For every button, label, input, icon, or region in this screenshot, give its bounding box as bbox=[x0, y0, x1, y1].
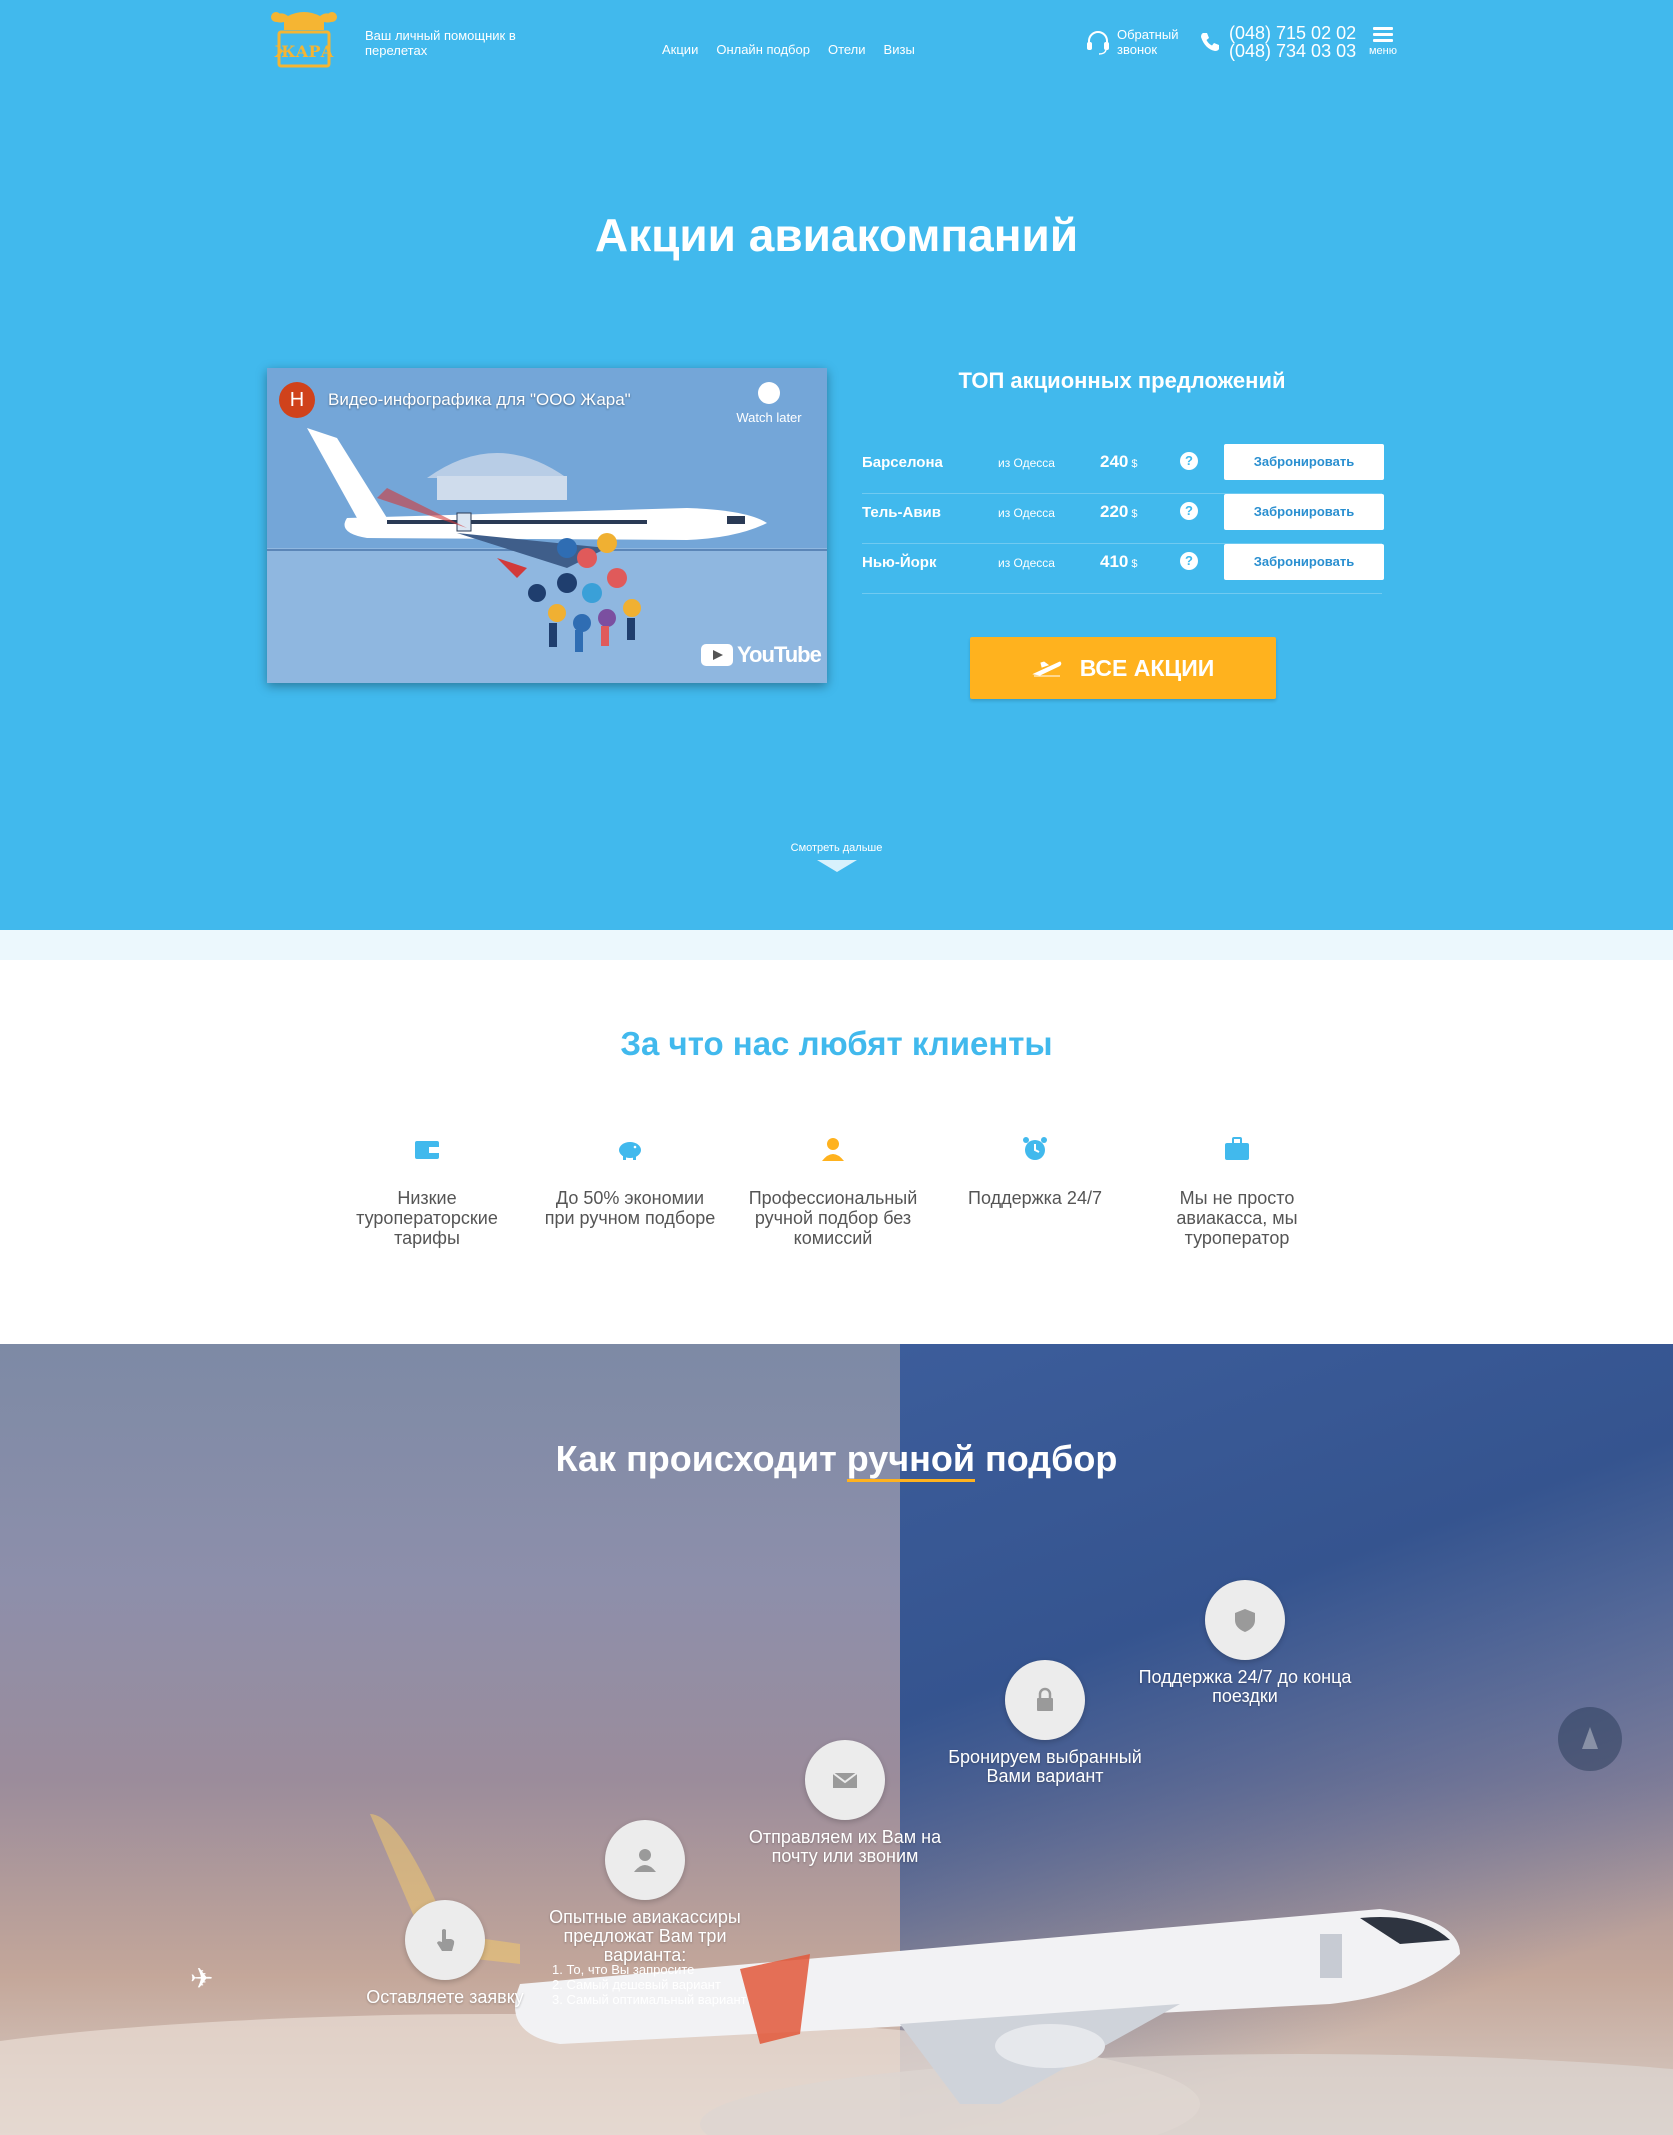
step-label: Отправляем их Вам на почту или звоним bbox=[748, 1827, 942, 1866]
book-button[interactable]: Забронировать bbox=[1224, 494, 1384, 530]
person-icon bbox=[822, 1138, 844, 1161]
step-label: Бронируем выбранный Вами вариант bbox=[948, 1747, 1142, 1786]
help-icon[interactable]: ? bbox=[1180, 552, 1198, 570]
youtube-label: YouTube bbox=[737, 642, 822, 667]
offer-origin: из Одесса bbox=[998, 556, 1055, 570]
nav-item-visas[interactable]: Визы bbox=[884, 42, 915, 57]
hand-pointer-icon bbox=[437, 1929, 455, 1951]
hamburger-icon bbox=[1366, 27, 1400, 42]
page-title: Акции авиакомпаний bbox=[594, 209, 1079, 261]
feature-item: Низкие туроператорские тарифы bbox=[337, 1135, 517, 1248]
step-label: Оставляете заявку bbox=[366, 1987, 524, 2007]
features-title: За что нас любят клиенты bbox=[620, 1025, 1053, 1062]
scroll-to-top-button[interactable] bbox=[1558, 1707, 1622, 1771]
site-header: ЖАРА Ваш личный помощник в перелетах Акц… bbox=[0, 0, 1673, 80]
sticky-header-shadow bbox=[0, 930, 1673, 960]
feature-item: Поддержка 24/7 bbox=[945, 1135, 1125, 1208]
offer-city: Тель-Авив bbox=[862, 504, 941, 521]
process-section: Как происходит ручной подбор Оставляете … bbox=[0, 1344, 1673, 2135]
offer-price: 220 $ bbox=[1100, 502, 1138, 521]
option-item: 1. То, что Вы запросите bbox=[552, 1962, 695, 1977]
feature-text: Низкие туроператорские тарифы bbox=[356, 1188, 498, 1248]
wallet-icon bbox=[415, 1141, 439, 1159]
see-more-label: Смотреть дальше bbox=[790, 842, 883, 854]
suitcase-icon bbox=[1225, 1137, 1249, 1160]
chevron-down-icon bbox=[816, 860, 857, 872]
step-circle[interactable] bbox=[405, 1900, 485, 1980]
youtube-logo[interactable]: YouTube bbox=[701, 642, 822, 668]
step-circle[interactable] bbox=[805, 1740, 885, 1820]
step-circle[interactable] bbox=[1205, 1580, 1285, 1660]
step-circle[interactable] bbox=[605, 1820, 685, 1900]
offer-origin: из Одесса bbox=[998, 456, 1055, 470]
process-title: Как происходит ручной подбор bbox=[0, 1438, 1673, 1482]
options-list: 1. То, что Вы запросите 2. Самый дешевый… bbox=[552, 1962, 747, 2007]
feature-text: Поддержка 24/7 bbox=[968, 1188, 1102, 1208]
step-circle[interactable] bbox=[1005, 1660, 1085, 1740]
hero-section: ЖАРА Ваш личный помощник в перелетах Акц… bbox=[0, 0, 1673, 930]
help-icon[interactable]: ? bbox=[1180, 502, 1198, 520]
step-label: Поддержка 24/7 до конца поездки bbox=[1138, 1667, 1352, 1706]
feature-item: До 50% экономии при ручном подборе bbox=[540, 1135, 720, 1228]
tagline: Ваш личный помощник в перелетах bbox=[365, 28, 516, 58]
all-deals-button[interactable]: ВСЕ АКЦИИ bbox=[970, 637, 1276, 699]
offer-row: Тель-Авив из Одесса 220 $ ? Забронировать bbox=[862, 494, 1384, 544]
logo-text: ЖАРА bbox=[274, 42, 333, 61]
airplane-icon: ✈ bbox=[190, 1963, 214, 1994]
feature-item: Мы не просто авиакасса, мы туроператор bbox=[1147, 1135, 1327, 1248]
phone-number-2[interactable]: (048) 734 03 03 bbox=[1229, 42, 1356, 60]
offer-city: Нью-Йорк bbox=[862, 554, 937, 571]
phone-icon bbox=[1201, 33, 1219, 51]
feature-text: Профессиональный ручной подбор без комис… bbox=[748, 1188, 918, 1248]
piggy-bank-icon bbox=[619, 1142, 641, 1160]
nav-item-online-search[interactable]: Онлайн подбор bbox=[716, 42, 810, 57]
menu-button[interactable]: меню bbox=[1366, 27, 1400, 57]
help-icon[interactable]: ? bbox=[1180, 452, 1198, 470]
video-title[interactable]: Видео-инфографика для "ООО Жара" bbox=[328, 390, 631, 410]
feature-text: Мы не просто авиакасса, мы туроператор bbox=[1176, 1188, 1298, 1248]
watch-later-label: Watch later bbox=[736, 410, 802, 425]
book-button[interactable]: Забронировать bbox=[1224, 444, 1384, 480]
see-more-link[interactable]: Смотреть дальше bbox=[0, 842, 1673, 872]
offer-price: 240 $ bbox=[1100, 452, 1138, 471]
shield-icon bbox=[1235, 1609, 1255, 1632]
clock-icon bbox=[758, 382, 780, 404]
nav-item-promotions[interactable]: Акции bbox=[662, 42, 698, 57]
callback-label: Обратный звонок bbox=[1117, 27, 1179, 57]
offers-title: ТОП акционных предложений bbox=[958, 368, 1286, 393]
menu-label: меню bbox=[1368, 45, 1397, 57]
plane-takeoff-icon bbox=[1032, 661, 1061, 677]
alarm-clock-icon bbox=[1023, 1137, 1047, 1160]
offer-origin: из Одесса bbox=[998, 506, 1055, 520]
headset-icon bbox=[1087, 31, 1109, 55]
all-deals-label: ВСЕ АКЦИИ bbox=[1079, 654, 1215, 681]
option-item: 3. Самый оптимальный вариант bbox=[552, 1992, 747, 2007]
user-icon bbox=[634, 1849, 656, 1872]
offer-row: Нью-Йорк из Одесса 410 $ ? Забронировать bbox=[862, 544, 1384, 594]
watch-later-button[interactable]: Watch later bbox=[729, 382, 809, 425]
offer-price: 410 $ bbox=[1100, 552, 1138, 571]
option-item: 2. Самый дешевый вариант bbox=[552, 1977, 721, 1992]
phones: (048) 715 02 02 (048) 734 03 03 bbox=[1199, 24, 1356, 60]
video-player[interactable]: H Видео-инфографика для "ООО Жара" Watch… bbox=[267, 368, 827, 683]
channel-avatar[interactable]: H bbox=[279, 382, 315, 418]
youtube-play-icon bbox=[701, 644, 733, 666]
feature-text: До 50% экономии при ручном подборе bbox=[544, 1188, 716, 1228]
book-button[interactable]: Забронировать bbox=[1224, 544, 1384, 580]
envelope-icon bbox=[832, 1772, 858, 1788]
nav-item-hotels[interactable]: Отели bbox=[828, 42, 866, 57]
logo[interactable]: ЖАРА bbox=[266, 8, 342, 72]
step-label: Опытные авиакассиры предложат Вам три ва… bbox=[549, 1907, 741, 1965]
phone-number-1[interactable]: (048) 715 02 02 bbox=[1229, 24, 1356, 42]
callback-link[interactable]: Обратный звонок bbox=[1085, 27, 1187, 57]
offer-city: Барселона bbox=[862, 454, 943, 471]
feature-item: Профессиональный ручной подбор без комис… bbox=[743, 1135, 923, 1248]
offer-row: Барселона из Одесса 240 $ ? Забронировать bbox=[862, 444, 1384, 494]
main-nav: Акции Онлайн подбор Отели Визы bbox=[662, 42, 915, 57]
lock-icon bbox=[1037, 1687, 1053, 1711]
